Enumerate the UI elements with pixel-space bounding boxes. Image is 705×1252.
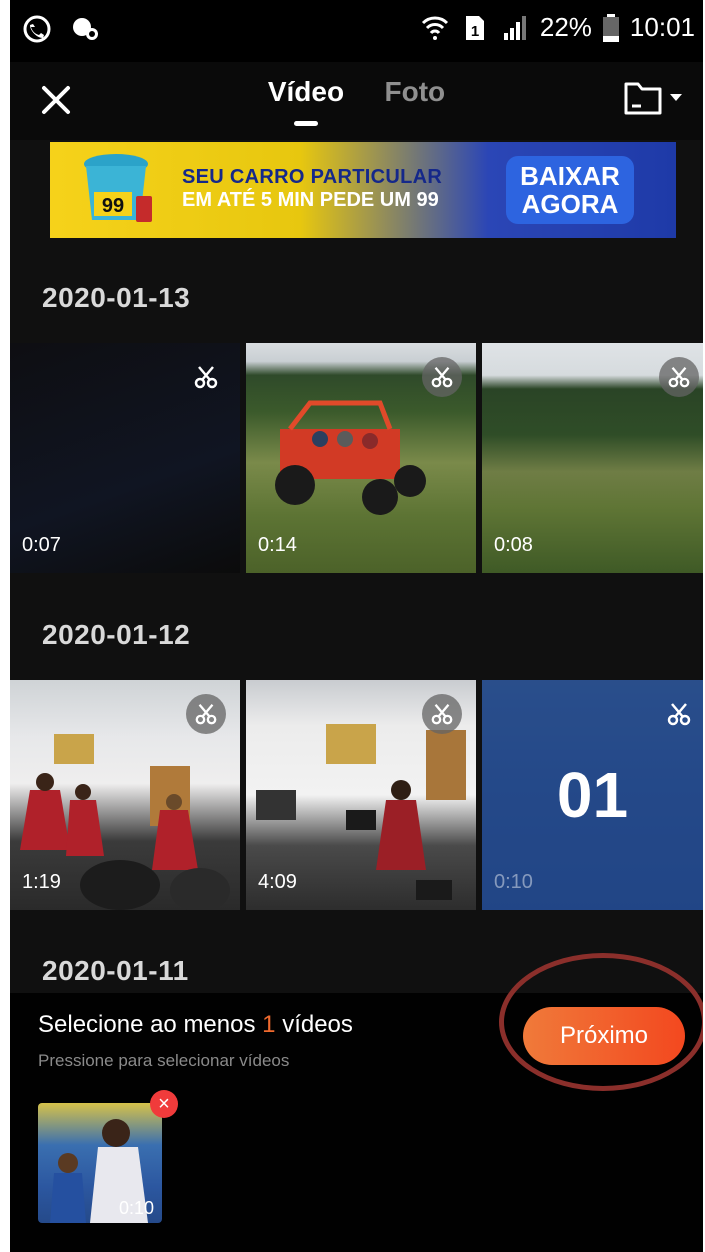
screen: 1 22% 10:01 Vídeo Foto 99 SEU CARRO PART… [10, 0, 703, 1252]
selection-panel: Selecione ao menos 1 vídeos Pressione pa… [10, 953, 703, 1252]
hint-count: 1 [262, 1011, 276, 1038]
folder-icon [624, 82, 662, 115]
tab-bar: Vídeo Foto [10, 76, 703, 108]
status-bar: 1 22% 10:01 [10, 0, 703, 62]
selection-hint: Selecione ao menos 1 vídeos [38, 1011, 353, 1039]
scissors-icon[interactable] [422, 694, 462, 734]
video-thumbnail[interactable]: 0:07 [10, 343, 240, 573]
selection-subhint: Pressione para selecionar vídeos [38, 1051, 290, 1070]
video-thumbnail[interactable]: 0:08 [482, 343, 703, 573]
clock: 10:01 [629, 12, 695, 42]
video-duration: 0:10 [494, 871, 533, 893]
hint-suffix: vídeos [282, 1011, 353, 1038]
video-thumbnail[interactable]: 4:09 [246, 680, 476, 910]
ad-download-button[interactable]: BAIXAR AGORA [506, 156, 634, 224]
folder-button[interactable] [623, 80, 683, 116]
sim-icon: 1 [465, 15, 484, 40]
scissors-icon[interactable] [659, 357, 699, 397]
ad-button-line2: AGORA [521, 189, 619, 219]
video-duration: 0:08 [494, 534, 533, 556]
ad-subline: EM ATÉ 5 MIN PEDE UM 99 [182, 189, 439, 211]
remove-icon[interactable]: × [150, 1090, 178, 1118]
ad-headline: SEU CARRO PARTICULAR [182, 166, 443, 188]
next-button[interactable]: Próximo [523, 1007, 685, 1065]
scissors-icon[interactable] [186, 357, 226, 397]
video-duration: 0:10 [118, 1198, 154, 1218]
battery-icon [602, 13, 619, 42]
tab-photo[interactable]: Foto [385, 76, 446, 108]
video-duration: 0:07 [22, 534, 61, 556]
ad-button-line1: BAIXAR [520, 161, 620, 191]
location-icon [73, 18, 98, 40]
battery-percent: 22% [539, 12, 592, 42]
hint-prefix: Selecione ao menos [38, 1011, 256, 1038]
ad-banner[interactable]: 99 SEU CARRO PARTICULAR EM ATÉ 5 MIN PED… [50, 142, 676, 238]
video-thumbnail[interactable]: 0:14 [246, 343, 476, 573]
scissors-icon[interactable] [422, 357, 462, 397]
buggy-image [275, 400, 426, 515]
ad-logo: 99 [84, 154, 152, 222]
tab-video[interactable]: Vídeo [268, 76, 344, 108]
video-duration: 4:09 [258, 871, 297, 893]
date-header: 2020-01-11 [42, 955, 189, 986]
wifi-icon [421, 16, 448, 40]
video-duration: 0:14 [258, 534, 297, 556]
video-duration: 1:19 [22, 871, 61, 893]
selection-index: 01 [556, 759, 629, 831]
whatsapp-icon [23, 15, 51, 43]
svg-text:1: 1 [471, 23, 479, 40]
date-header: 2020-01-13 [42, 282, 191, 313]
svg-text:99: 99 [102, 195, 124, 217]
chevron-down-icon [670, 94, 682, 101]
video-thumbnail[interactable]: 1:19 [10, 680, 240, 910]
signal-icon [503, 15, 526, 40]
selected-video-thumbnail[interactable]: 0:10 [38, 1103, 162, 1223]
video-thumbnail-selected[interactable]: 01 0:10 [482, 680, 703, 910]
scissors-icon[interactable] [186, 694, 226, 734]
date-header: 2020-01-12 [42, 619, 191, 650]
top-bar: Vídeo Foto [10, 62, 703, 140]
scissors-icon[interactable] [659, 694, 699, 734]
